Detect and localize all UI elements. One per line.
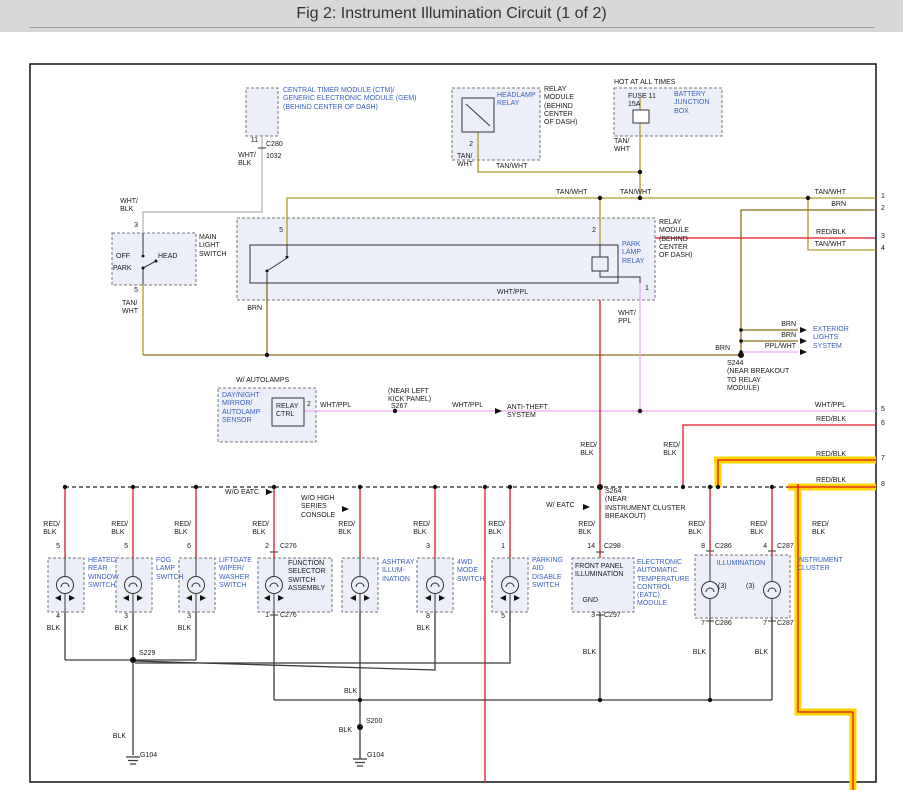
liftgate-wiper-switch-box <box>179 558 215 612</box>
function-selector-box <box>258 558 332 612</box>
battery-junction-box <box>614 88 722 136</box>
instrument-cluster-box <box>695 555 790 618</box>
autolamp-sensor-box <box>218 388 316 442</box>
headlamp-relay-module-box <box>452 88 540 160</box>
splice-s229 <box>130 657 136 663</box>
front-panel-illumination-box <box>572 558 634 612</box>
main-light-switch-box <box>112 233 196 285</box>
splice-s244 <box>738 352 744 358</box>
splice-s264 <box>597 484 603 490</box>
heated-rear-window-switch-box <box>48 558 84 612</box>
fog-lamp-switch-box <box>116 558 152 612</box>
wiring-diagram-page: Fig 2: Instrument Illumination Circuit (… <box>0 0 903 790</box>
ctm-gem-module-box <box>246 88 278 136</box>
fuse-symbol <box>633 110 649 123</box>
splice-s200 <box>357 724 363 730</box>
diagram-border <box>30 64 876 782</box>
wiring-diagram-canvas <box>0 0 903 790</box>
